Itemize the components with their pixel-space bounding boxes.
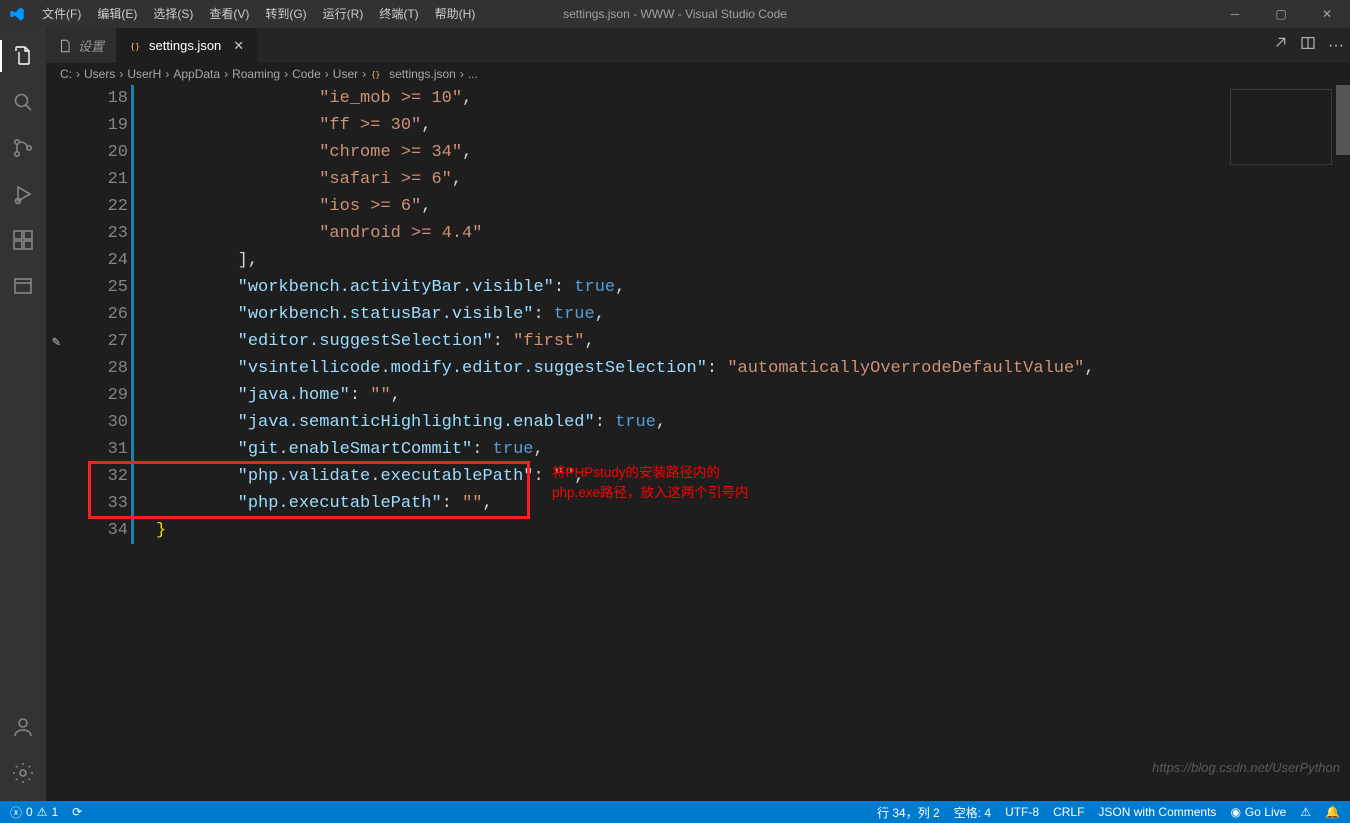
status-encoding[interactable]: UTF-8 [1005, 805, 1039, 819]
vscode-logo-icon [0, 6, 34, 22]
source-control-icon[interactable] [0, 126, 46, 170]
tab-label: settings.json [149, 38, 221, 53]
warning-icon: ⚠ [37, 805, 48, 819]
menu-file[interactable]: 文件(F) [34, 0, 89, 28]
tab-settings-ui[interactable]: 设置 [46, 28, 117, 63]
status-golive[interactable]: ◉Go Live [1230, 805, 1286, 819]
breadcrumb[interactable]: C:› Users› UserH› AppData› Roaming› Code… [46, 63, 1350, 85]
settings-gear-icon[interactable] [0, 751, 46, 795]
status-cursor[interactable]: 行 34，列 2 [877, 804, 940, 821]
editor-actions: ··· [1272, 28, 1350, 63]
go-to-file-icon[interactable] [1272, 35, 1288, 56]
line-numbers: 1819202122232425262728293031323334 [74, 85, 128, 544]
maximize-button[interactable]: ▢ [1258, 0, 1304, 28]
tab-label: 设置 [78, 36, 104, 55]
bell-icon: 🔔 [1325, 805, 1340, 819]
warning-tri-icon: ⚠ [1300, 805, 1311, 819]
debug-icon[interactable] [0, 172, 46, 216]
minimize-button[interactable]: ─ [1212, 0, 1258, 28]
explorer-icon[interactable] [0, 34, 46, 78]
status-feedback[interactable]: ⚠ [1300, 805, 1311, 819]
more-icon[interactable]: ··· [1328, 37, 1344, 55]
broadcast-icon: ◉ [1230, 805, 1240, 819]
window-controls: ─ ▢ ✕ [1212, 0, 1350, 28]
menu-run[interactable]: 运行(R) [315, 0, 372, 28]
extensions-icon[interactable] [0, 218, 46, 262]
scrollbar-thumb[interactable] [1336, 85, 1350, 155]
title-bar: 文件(F) 编辑(E) 选择(S) 查看(V) 转到(G) 运行(R) 终端(T… [0, 0, 1350, 28]
activity-bar [0, 28, 46, 801]
file-icon [58, 39, 72, 53]
tab-bar: 设置 {} settings.json ✕ ··· [46, 28, 1350, 63]
status-eol[interactable]: CRLF [1053, 805, 1084, 819]
json-icon: {} [370, 68, 383, 81]
tab-settings-json[interactable]: {} settings.json ✕ [117, 28, 257, 63]
close-button[interactable]: ✕ [1304, 0, 1350, 28]
menu-help[interactable]: 帮助(H) [427, 0, 484, 28]
annotation-text: 将PHPstudy的安装路径内的 php.exe路径，放入这两个引号内 [552, 463, 749, 503]
menu-bar: 文件(F) 编辑(E) 选择(S) 查看(V) 转到(G) 运行(R) 终端(T… [34, 0, 483, 28]
watermark: https://blog.csdn.net/UserPython [1152, 760, 1340, 775]
diff-gutter [131, 85, 134, 544]
menu-select[interactable]: 选择(S) [145, 0, 201, 28]
status-bell[interactable]: 🔔 [1325, 805, 1340, 819]
svg-text:{}: {} [130, 40, 140, 50]
svg-text:{}: {} [371, 70, 380, 79]
search-icon[interactable] [0, 80, 46, 124]
error-icon: ⓧ [10, 804, 22, 821]
status-indent[interactable]: 空格: 4 [954, 804, 991, 821]
json-icon: {} [129, 39, 143, 53]
status-sync[interactable]: ⟳ [72, 805, 82, 819]
code-editor[interactable]: ✎ 1819202122232425262728293031323334 "ie… [46, 85, 1350, 801]
window-title: settings.json - WWW - Visual Studio Code [563, 7, 787, 21]
status-language[interactable]: JSON with Comments [1098, 805, 1216, 819]
status-bar: ⓧ0 ⚠1 ⟳ 行 34，列 2 空格: 4 UTF-8 CRLF JSON w… [0, 801, 1350, 823]
editor-region: 设置 {} settings.json ✕ ··· C:› Users› Use… [46, 28, 1350, 801]
menu-edit[interactable]: 编辑(E) [89, 0, 145, 28]
minimap[interactable] [1226, 85, 1336, 801]
status-problems[interactable]: ⓧ0 ⚠1 [10, 804, 58, 821]
split-editor-icon[interactable] [1300, 35, 1316, 56]
menu-go[interactable]: 转到(G) [257, 0, 314, 28]
sync-icon: ⟳ [72, 805, 82, 819]
menu-terminal[interactable]: 终端(T) [371, 0, 426, 28]
close-icon[interactable]: ✕ [233, 38, 244, 54]
account-icon[interactable] [0, 705, 46, 749]
menu-view[interactable]: 查看(V) [201, 0, 257, 28]
edit-suggestion-icon[interactable]: ✎ [52, 334, 60, 351]
panel-icon[interactable] [0, 264, 46, 308]
vertical-scrollbar[interactable] [1336, 85, 1350, 801]
